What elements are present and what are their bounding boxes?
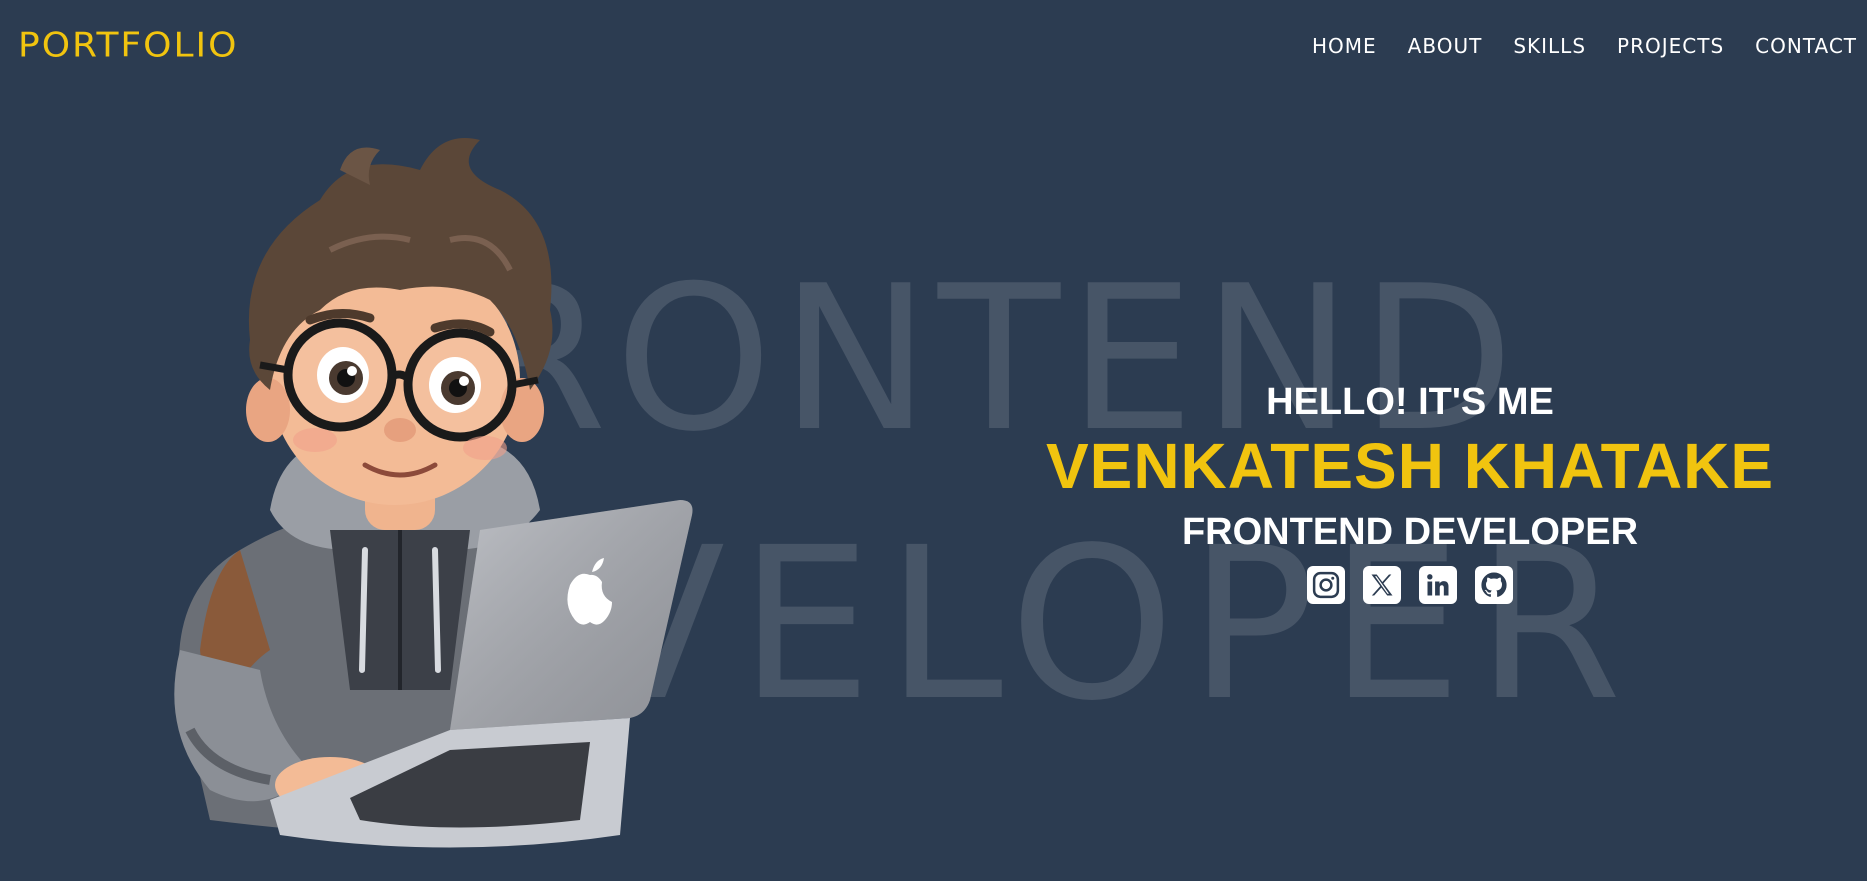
avatar-illustration xyxy=(174,138,693,848)
nav-link-about[interactable]: ABOUT xyxy=(1408,34,1483,58)
github-icon xyxy=(1481,572,1507,597)
linkedin-link[interactable] xyxy=(1419,566,1457,604)
x-link[interactable] xyxy=(1363,566,1401,604)
x-icon xyxy=(1371,574,1393,596)
hero-role: FRONTEND DEVELOPER xyxy=(1181,511,1639,553)
instagram-icon xyxy=(1312,571,1340,599)
instagram-link[interactable] xyxy=(1307,566,1345,604)
nav-link-projects[interactable]: PROJECTS xyxy=(1617,34,1724,58)
linkedin-icon xyxy=(1427,574,1449,596)
social-links xyxy=(985,566,1835,604)
navbar: PORTFOLIO HOME ABOUT SKILLS PROJECTS CON… xyxy=(0,0,1867,95)
nav-links: HOME ABOUT SKILLS PROJECTS CONTACT xyxy=(1312,34,1857,58)
github-link[interactable] xyxy=(1475,566,1513,604)
nav-link-skills[interactable]: SKILLS xyxy=(1513,34,1586,58)
hero-greeting: HELLO! IT'S ME xyxy=(1266,381,1554,423)
hero-name: VENKATESH KHATAKE xyxy=(1045,430,1775,502)
logo[interactable]: PORTFOLIO xyxy=(18,27,238,65)
nav-link-home[interactable]: HOME xyxy=(1312,34,1377,58)
hero-text: HELLO! IT'S ME VENKATESH KHATAKE FRONTEN… xyxy=(985,380,1835,604)
nav-link-contact[interactable]: CONTACT xyxy=(1755,34,1857,58)
